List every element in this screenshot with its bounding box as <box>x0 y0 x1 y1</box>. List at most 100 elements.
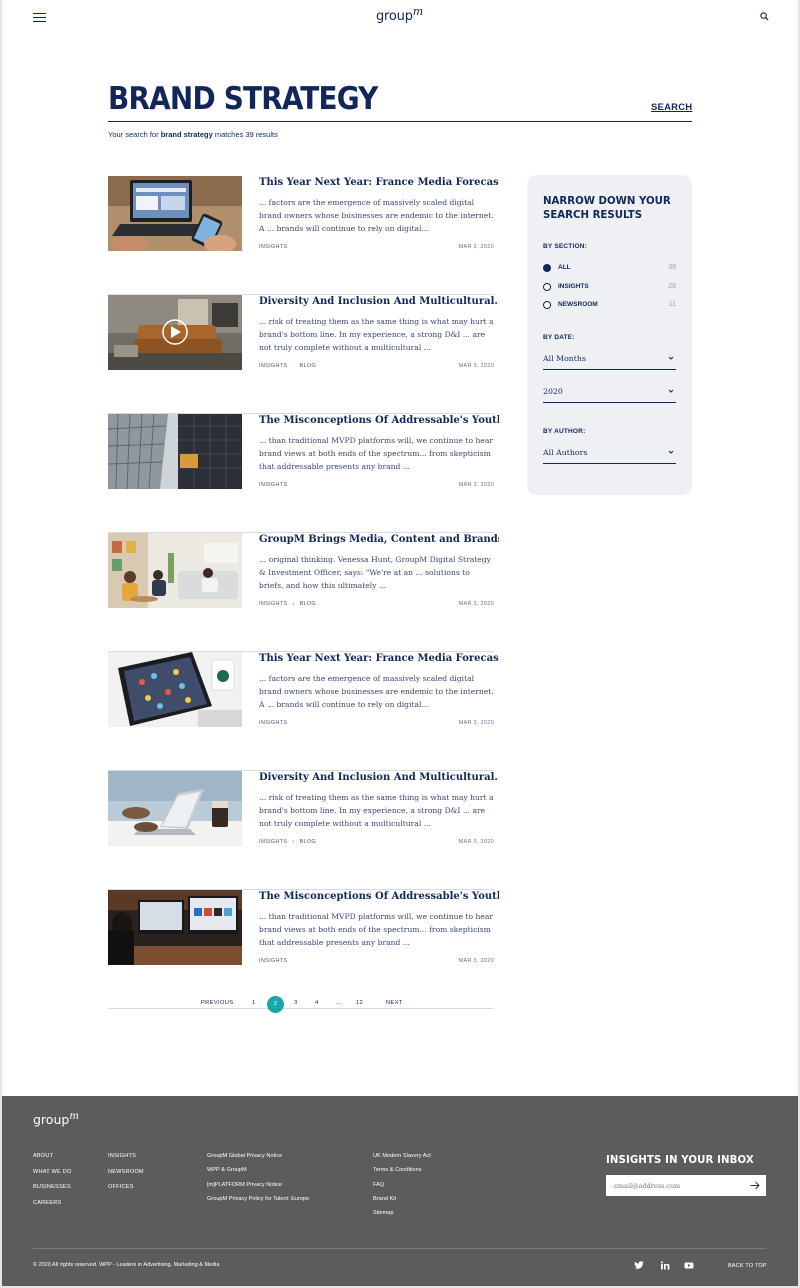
page-number[interactable]: 1 <box>252 1000 256 1006</box>
article-card: GroupM Brings Media, Content and Brands.… <box>108 533 499 652</box>
article-date: MAR 3, 2020 <box>458 482 494 488</box>
footer-link[interactable]: CAREERS <box>33 1200 71 1206</box>
page-number[interactable]: 3 <box>294 1000 298 1006</box>
footer-nav-main: ABOUT WHAT WE DO BUSINESSES CAREERS <box>33 1153 71 1215</box>
radio-selected[interactable] <box>543 264 551 272</box>
article-excerpt: ... original thinking. Venessa Hunt, Gro… <box>259 555 491 591</box>
article-title[interactable]: The Misconceptions Of Addressable's Yout… <box>259 890 499 903</box>
article-tag[interactable]: BLOG <box>300 839 316 845</box>
page: groupm BRAND STRATEGY SEARCH Your search… <box>2 0 798 1286</box>
article-thumbnail[interactable] <box>108 176 242 251</box>
footer-link[interactable]: OFFICES <box>108 1184 144 1190</box>
radio-unselected[interactable] <box>543 283 551 291</box>
footer-link[interactable]: Sitemap <box>373 1210 431 1216</box>
author-select[interactable]: All Authors <box>543 446 676 464</box>
article-thumbnail[interactable] <box>108 414 242 489</box>
article-thumbnail[interactable] <box>108 890 242 965</box>
footer-logo[interactable]: groupm <box>33 1111 79 1127</box>
option-count: 28 <box>668 283 676 290</box>
logo-text: group <box>33 1112 70 1127</box>
article-tag[interactable]: INSIGHTS <box>259 244 287 250</box>
page-number[interactable]: 12 <box>356 1000 363 1006</box>
article-excerpt: ... factors are the emergence of massive… <box>259 198 494 234</box>
option-label: ALL <box>558 264 571 271</box>
footer-link[interactable]: Terms & Conditions <box>373 1167 431 1173</box>
article-date: MAR 3, 2020 <box>458 839 494 845</box>
article-excerpt: ... factors are the emergence of massive… <box>259 674 494 710</box>
article-tag[interactable]: BLOG <box>300 363 316 369</box>
page-ellipsis: ... <box>336 1000 342 1006</box>
article-tags: INSIGHTS <box>259 958 287 964</box>
chevron-down-icon <box>668 356 674 360</box>
article-tag[interactable]: INSIGHTS <box>259 720 287 726</box>
search-link[interactable]: SEARCH <box>651 102 692 113</box>
footer-link[interactable]: GroupM Global Privacy Notice <box>207 1153 309 1159</box>
linkedin-icon[interactable] <box>660 1261 670 1270</box>
filter-heading: NARROW DOWN YOUR SEARCH RESULTS <box>543 196 671 221</box>
article-title[interactable]: This Year Next Year: France Media Foreca… <box>259 652 499 665</box>
logo-mark: m <box>69 1111 79 1122</box>
footer-link[interactable]: [m]PLATFORM Privacy Notice <box>207 1182 309 1188</box>
section-option-insights[interactable]: INSIGHTS 28 <box>543 281 676 293</box>
menu-icon[interactable] <box>33 13 46 23</box>
section-option-all[interactable]: ALL 39 <box>543 262 676 274</box>
result-prefix: Your search for <box>108 130 159 139</box>
newsletter-title: INSIGHTS IN YOUR INBOX <box>606 1155 754 1166</box>
tag-separator: › <box>292 601 295 607</box>
article-tag[interactable]: INSIGHTS <box>259 839 287 845</box>
back-to-top-link[interactable]: BACK TO TOP <box>728 1263 767 1269</box>
groupm-logo[interactable]: groupm <box>376 5 423 24</box>
page-title: BRAND STRATEGY <box>108 81 378 117</box>
month-select-value: All Months <box>543 354 586 363</box>
youtube-icon[interactable] <box>684 1261 694 1270</box>
option-label: INSIGHTS <box>558 283 589 290</box>
arrow-right-icon[interactable] <box>750 1181 760 1190</box>
article-tag[interactable]: INSIGHTS <box>259 482 287 488</box>
article-title[interactable]: This Year Next Year: France Media Foreca… <box>259 176 499 189</box>
pagination: PREVIOUS 1 2 3 4 ... 12 NEXT <box>2 996 798 1014</box>
article-tag[interactable]: INSIGHTS <box>259 601 287 607</box>
article-tags: INSIGHTS › BLOG <box>259 839 316 845</box>
footer-link[interactable]: GroupM Privacy Policy for Talent: Europe <box>207 1196 309 1202</box>
footer-legal-links: GroupM Global Privacy Notice WPP & Group… <box>207 1153 309 1210</box>
article-tag[interactable]: INSIGHTS <box>259 363 287 369</box>
footer-link[interactable]: WHAT WE DO <box>33 1169 71 1175</box>
article-title[interactable]: GroupM Brings Media, Content and Brands.… <box>259 533 499 546</box>
option-count: 39 <box>668 264 676 271</box>
email-input[interactable] <box>614 1179 744 1192</box>
footer-link[interactable]: BUSINESSES <box>33 1184 71 1190</box>
footer-link[interactable]: UK Modern Slavery Act <box>373 1153 431 1159</box>
search-icon[interactable] <box>760 12 769 21</box>
option-label: NEWSROOM <box>558 301 598 308</box>
article-title[interactable]: Diversity And Inclusion And Multicultura… <box>259 771 499 784</box>
logo-text: group <box>376 9 413 24</box>
footer-link[interactable]: Brand Kit <box>373 1196 431 1202</box>
article-thumbnail[interactable] <box>108 652 242 727</box>
article-thumbnail[interactable] <box>108 295 242 370</box>
year-select[interactable]: 2020 <box>543 385 676 403</box>
page-number[interactable]: 4 <box>315 1000 319 1006</box>
section-option-newsroom[interactable]: NEWSROOM 11 <box>543 299 676 311</box>
article-date: MAR 3, 2020 <box>458 720 494 726</box>
next-page-button[interactable]: NEXT <box>386 1000 403 1006</box>
twitter-icon[interactable] <box>634 1261 644 1270</box>
copyright-text: © 2020 All rights reserved. WPP - Leader… <box>33 1262 220 1268</box>
month-select[interactable]: All Months <box>543 352 676 370</box>
footer-link[interactable]: INSIGHTS <box>108 1153 144 1159</box>
article-title[interactable]: Diversity And Inclusion And Multicultura… <box>259 295 499 308</box>
article-tags: INSIGHTS <box>259 482 287 488</box>
article-thumbnail[interactable] <box>108 533 242 608</box>
footer-link[interactable]: ABOUT <box>33 1153 71 1159</box>
article-thumbnail[interactable] <box>108 771 242 846</box>
footer-link[interactable]: NEWSROOM <box>108 1169 144 1175</box>
previous-page-button[interactable]: PREVIOUS <box>201 1000 233 1006</box>
footer-link[interactable]: FAQ <box>373 1182 431 1188</box>
footer-link[interactable]: WPP & GroupM <box>207 1167 309 1173</box>
radio-unselected[interactable] <box>543 301 551 309</box>
article-date: MAR 3, 2020 <box>458 363 494 369</box>
article-title[interactable]: The Misconceptions Of Addressable's Yout… <box>259 414 499 427</box>
current-page[interactable]: 2 <box>267 996 284 1013</box>
article-tag[interactable]: INSIGHTS <box>259 958 287 964</box>
article-tag[interactable]: BLOG <box>300 601 316 607</box>
article-date: MAR 3, 2020 <box>458 958 494 964</box>
